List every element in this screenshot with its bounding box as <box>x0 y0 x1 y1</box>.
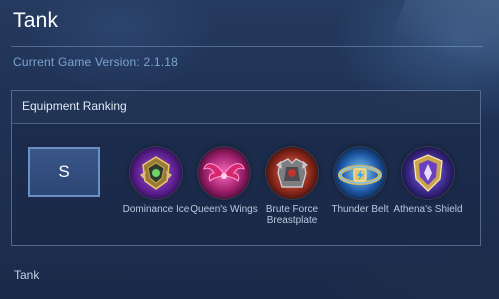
brute-force-breastplate-icon <box>266 147 318 199</box>
dominance-ice-icon <box>130 147 182 199</box>
rank-tier-label: S <box>58 162 70 181</box>
equipment-item-label: Athena's Shield <box>393 204 463 215</box>
equipment-item-athenas-shield[interactable]: Athena's Shield <box>388 147 468 215</box>
equipment-item-label: Brute Force Breastplate <box>265 204 319 226</box>
queens-wings-icon <box>198 147 250 199</box>
athenas-shield-icon <box>402 147 454 199</box>
page-title: Tank <box>13 9 59 32</box>
title-divider <box>11 46 483 47</box>
thunder-belt-icon <box>334 147 386 199</box>
game-version-text: Current Game Version: 2.1.18 <box>13 55 179 69</box>
rank-tier-badge[interactable]: S <box>28 147 100 197</box>
equipment-ranking-panel: Equipment Ranking S Dominance Ice Queen'… <box>11 90 481 246</box>
footer-role-label: Tank <box>14 268 40 282</box>
panel-header: Equipment Ranking <box>12 91 480 124</box>
